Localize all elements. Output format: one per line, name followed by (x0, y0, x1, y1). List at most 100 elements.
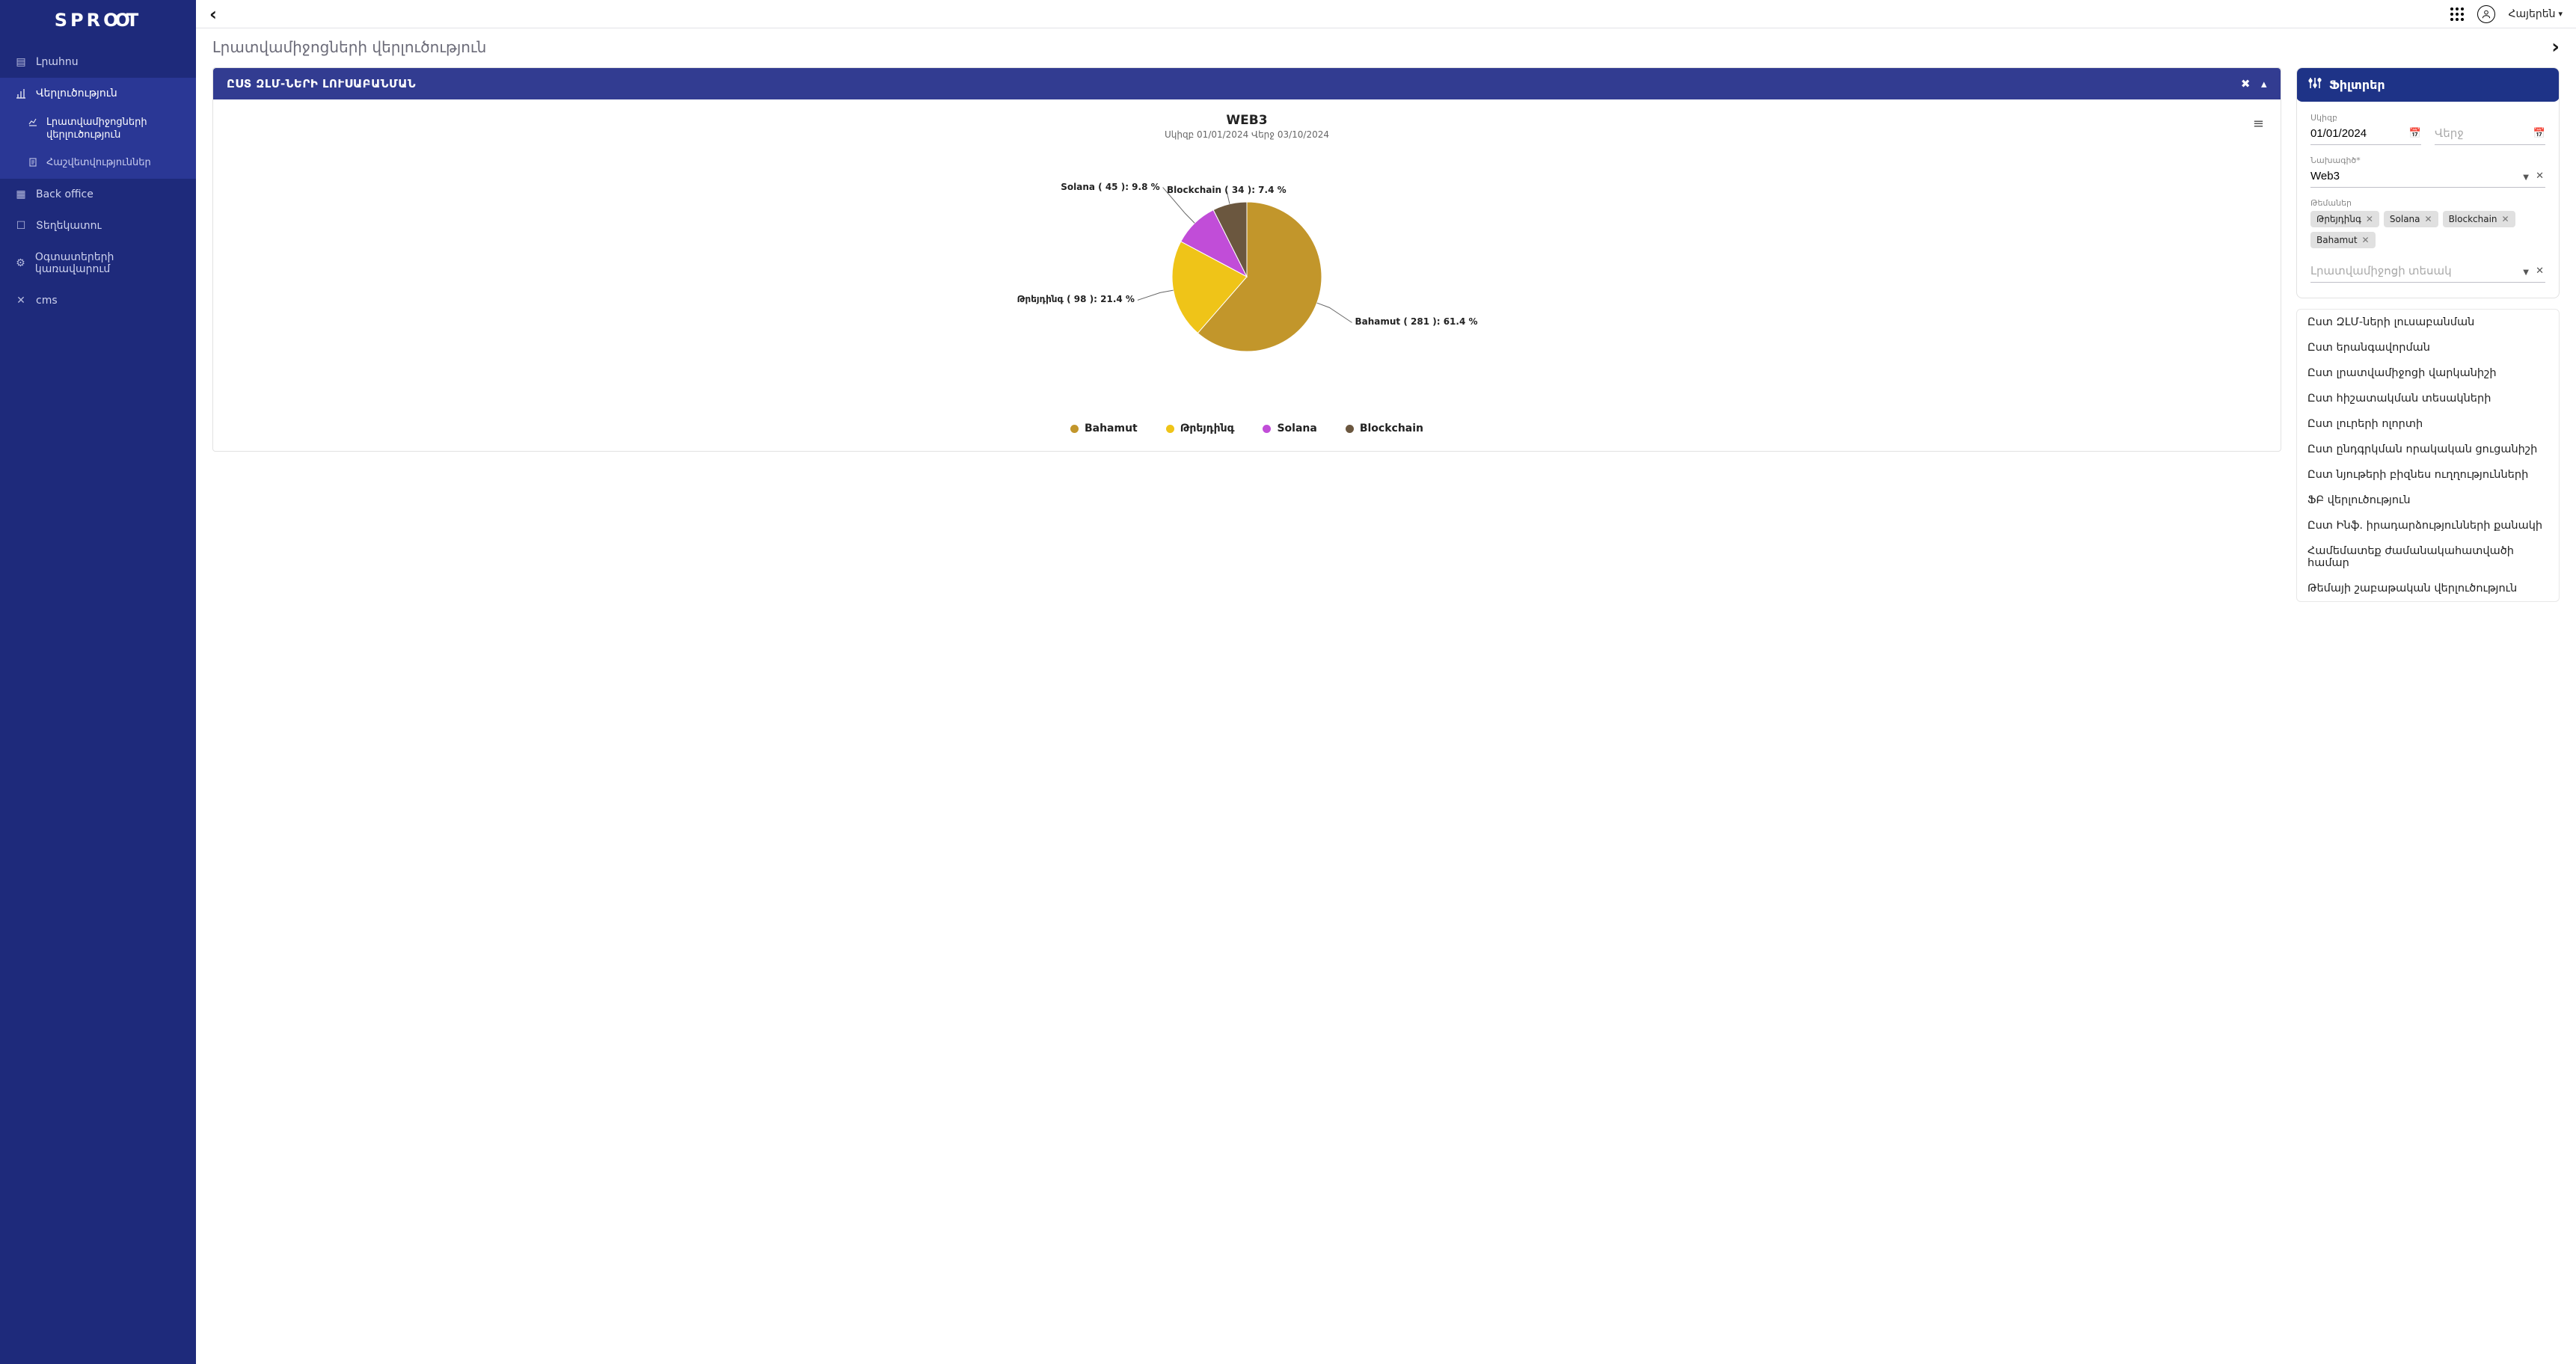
media-type-select[interactable] (2310, 262, 2545, 283)
user-avatar[interactable] (2477, 5, 2495, 23)
sidebar-submenu-analytics: Լրատվամիջոցների վերլուծություն Հաշվետվու… (0, 109, 196, 179)
chip-label: Blockchain (2449, 214, 2497, 224)
language-label: Հայերեն (2509, 8, 2556, 20)
tools-icon: ✕ (15, 295, 27, 307)
main-column: ‹ Հայերեն ▾ Լրատվամիջոցների վերլուծությո… (196, 0, 2576, 1364)
filter-panel: Ֆիլտրեր Սկիզբ 📅 Վերջ 📅 (2296, 67, 2560, 298)
card-close-icon[interactable]: ✖ (2241, 77, 2251, 90)
sidebar-subitem-label: Լրատվամիջոցների վերլուծություն (46, 117, 181, 142)
sidebar-item-label: Տեղեկատու (36, 220, 102, 232)
report-type-item[interactable]: Ըստ լրատվամիջոցի վարկանիշի (2297, 360, 2559, 386)
page-title: Լրատվամիջոցների վերլուծություն (212, 38, 486, 56)
sidebar: SPROOT ▤ Լրահոս Վերլուծություն Լրատվամիջ… (0, 0, 196, 1364)
report-type-item[interactable]: Ըստ հիշատակման տեսակների (2297, 386, 2559, 411)
card-title: ԸՍՏ ԶԼՄ-ՆԵՐԻ ԼՈՒՍԱԲԱՆՄԱՆ (227, 77, 416, 90)
legend-swatch (1263, 425, 1271, 433)
chevron-down-icon[interactable]: ▼ (2523, 173, 2529, 182)
legend-swatch (1166, 425, 1174, 433)
chip-label: Bahamut (2316, 235, 2358, 245)
brand-logo: SPROOT (0, 0, 196, 40)
sidebar-subitem-reports[interactable]: Հաշվետվություններ (0, 150, 196, 179)
chevron-down-icon[interactable]: ▼ (2523, 268, 2529, 277)
topic-chip[interactable]: Bahamut ✕ (2310, 232, 2376, 248)
clear-icon[interactable]: ✕ (2536, 265, 2544, 277)
chart-subtitle: Սկիզբ 01/01/2024 Վերջ 03/10/2024 (230, 129, 2264, 140)
field-label: Նախագիծ* (2310, 156, 2545, 165)
calendar-icon[interactable]: 📅 (2409, 128, 2421, 139)
start-date-input[interactable] (2310, 124, 2421, 145)
sidebar-item-cms[interactable]: ✕ cms (0, 285, 196, 316)
calendar-icon: ☐ (15, 220, 27, 232)
legend-item[interactable]: Bahamut (1070, 423, 1138, 434)
legend-label: Blockchain (1360, 423, 1423, 434)
filter-media-type: ▼ ✕ (2310, 262, 2545, 283)
chart-legend: Bahamut Թրեյդինգ Solana Blockchain (230, 423, 2264, 434)
legend-item[interactable]: Blockchain (1346, 423, 1423, 434)
filter-title: Ֆիլտրեր (2329, 78, 2385, 92)
chip-label: Թրեյդինգ (2316, 214, 2361, 224)
card-collapse-icon[interactable]: ▴ (2261, 77, 2267, 90)
topbar: ‹ Հայերեն ▾ (196, 0, 2576, 28)
report-type-item[interactable]: ՖԲ վերլուծություն (2297, 488, 2559, 513)
report-type-item[interactable]: Ըստ լուրերի ոլորտի (2297, 411, 2559, 437)
filter-start-date: Սկիզբ 📅 (2310, 113, 2421, 145)
chart-menu-icon[interactable]: ≡ (2253, 116, 2264, 132)
end-date-input[interactable] (2435, 124, 2545, 145)
sidebar-item-users[interactable]: ⚙ Օգտատերերի կառավարում (0, 242, 196, 285)
pie-slice-label: Solana ( 45 ): 9.8 % (1061, 182, 1159, 192)
report-type-item[interactable]: Ըստ նյութերի բիզնես ուղղությունների (2297, 462, 2559, 488)
legend-swatch (1070, 425, 1079, 433)
chart-title: WEB3 (230, 113, 2264, 128)
sidebar-item-analytics[interactable]: Վերլուծություն (0, 78, 196, 109)
legend-swatch (1346, 425, 1354, 433)
clear-icon[interactable]: ✕ (2536, 170, 2544, 182)
chevron-down-icon: ▾ (2558, 9, 2563, 19)
building-icon: ▦ (15, 188, 27, 200)
topic-chip[interactable]: Solana ✕ (2384, 211, 2438, 227)
project-select[interactable] (2310, 167, 2545, 188)
analytics-icon (15, 88, 27, 99)
sidebar-item-feed[interactable]: ▤ Լրահոս (0, 46, 196, 78)
collapse-right-button[interactable]: › (2551, 36, 2560, 58)
sidebar-item-label: Back office (36, 188, 93, 200)
pie-slice-label: Թրեյդինգ ( 98 ): 21.4 % (1017, 294, 1135, 304)
sidebar-nav: ▤ Լրահոս Վերլուծություն Լրատվամիջոցների … (0, 40, 196, 316)
language-picker[interactable]: Հայերեն ▾ (2509, 8, 2563, 20)
report-type-item[interactable]: Ըստ երանգավորման (2297, 335, 2559, 360)
pie-chart: Bahamut ( 281 ): 61.4 % Թրեյդինգ ( 98 ): … (230, 146, 2264, 400)
sidebar-subitem-label: Հաշվետվություններ (46, 157, 151, 170)
report-type-item[interactable]: Ըստ Ինֆ. իրադարձությունների քանակի (2297, 513, 2559, 538)
report-type-item[interactable]: Համեմատեք ժամանակահատվածի համար (2297, 538, 2559, 576)
linechart-icon (28, 117, 39, 131)
pie-slice-label: Bahamut ( 281 ): 61.4 % (1355, 316, 1478, 327)
report-type-list: Ըստ ԶԼՄ-ների լուսաբանմանԸստ երանգավորման… (2296, 309, 2560, 602)
chart-card: ԸՍՏ ԶԼՄ-ՆԵՐԻ ԼՈՒՍԱԲԱՆՄԱՆ ✖ ▴ WEB3 Սկիզբ … (212, 67, 2281, 452)
filter-end-date: Վերջ 📅 (2435, 113, 2545, 145)
sidebar-item-backoffice[interactable]: ▦ Back office (0, 179, 196, 210)
legend-label: Solana (1277, 423, 1316, 434)
back-button[interactable]: ‹ (209, 5, 217, 23)
chip-label: Solana (2390, 214, 2420, 224)
feed-icon: ▤ (15, 56, 27, 68)
chip-remove-icon[interactable]: ✕ (2502, 214, 2509, 224)
sidebar-item-label: cms (36, 295, 58, 307)
content-area: ԸՍՏ ԶԼՄ-ՆԵՐԻ ԼՈՒՍԱԲԱՆՄԱՆ ✖ ▴ WEB3 Սկիզբ … (196, 67, 2576, 1364)
calendar-icon[interactable]: 📅 (2533, 128, 2545, 139)
legend-item[interactable]: Թրեյդինգ (1166, 423, 1235, 434)
chip-remove-icon[interactable]: ✕ (2425, 214, 2432, 224)
topic-chip[interactable]: Թրեյդինգ ✕ (2310, 211, 2379, 227)
legend-item[interactable]: Solana (1263, 423, 1316, 434)
chip-remove-icon[interactable]: ✕ (2366, 214, 2373, 224)
chip-remove-icon[interactable]: ✕ (2362, 235, 2370, 245)
sidebar-subitem-media-analysis[interactable]: Լրատվամիջոցների վերլուծություն (0, 109, 196, 150)
legend-label: Թրեյդինգ (1180, 423, 1235, 434)
sliders-icon (2308, 76, 2322, 93)
report-type-item[interactable]: Ըստ ընդգրկման որակական ցուցանիշի (2297, 437, 2559, 462)
report-type-item[interactable]: Թեմայի շաբաթական վերլուծություն (2297, 576, 2559, 601)
sidebar-item-reference[interactable]: ☐ Տեղեկատու (0, 210, 196, 242)
topic-chip[interactable]: Blockchain ✕ (2443, 211, 2515, 227)
apps-grid-icon[interactable] (2450, 7, 2464, 21)
report-type-item[interactable]: Ըստ ԶԼՄ-ների լուսաբանման (2297, 310, 2559, 335)
field-label: Սկիզբ (2310, 113, 2421, 123)
filter-project: Նախագիծ* ▼ ✕ (2310, 156, 2545, 188)
